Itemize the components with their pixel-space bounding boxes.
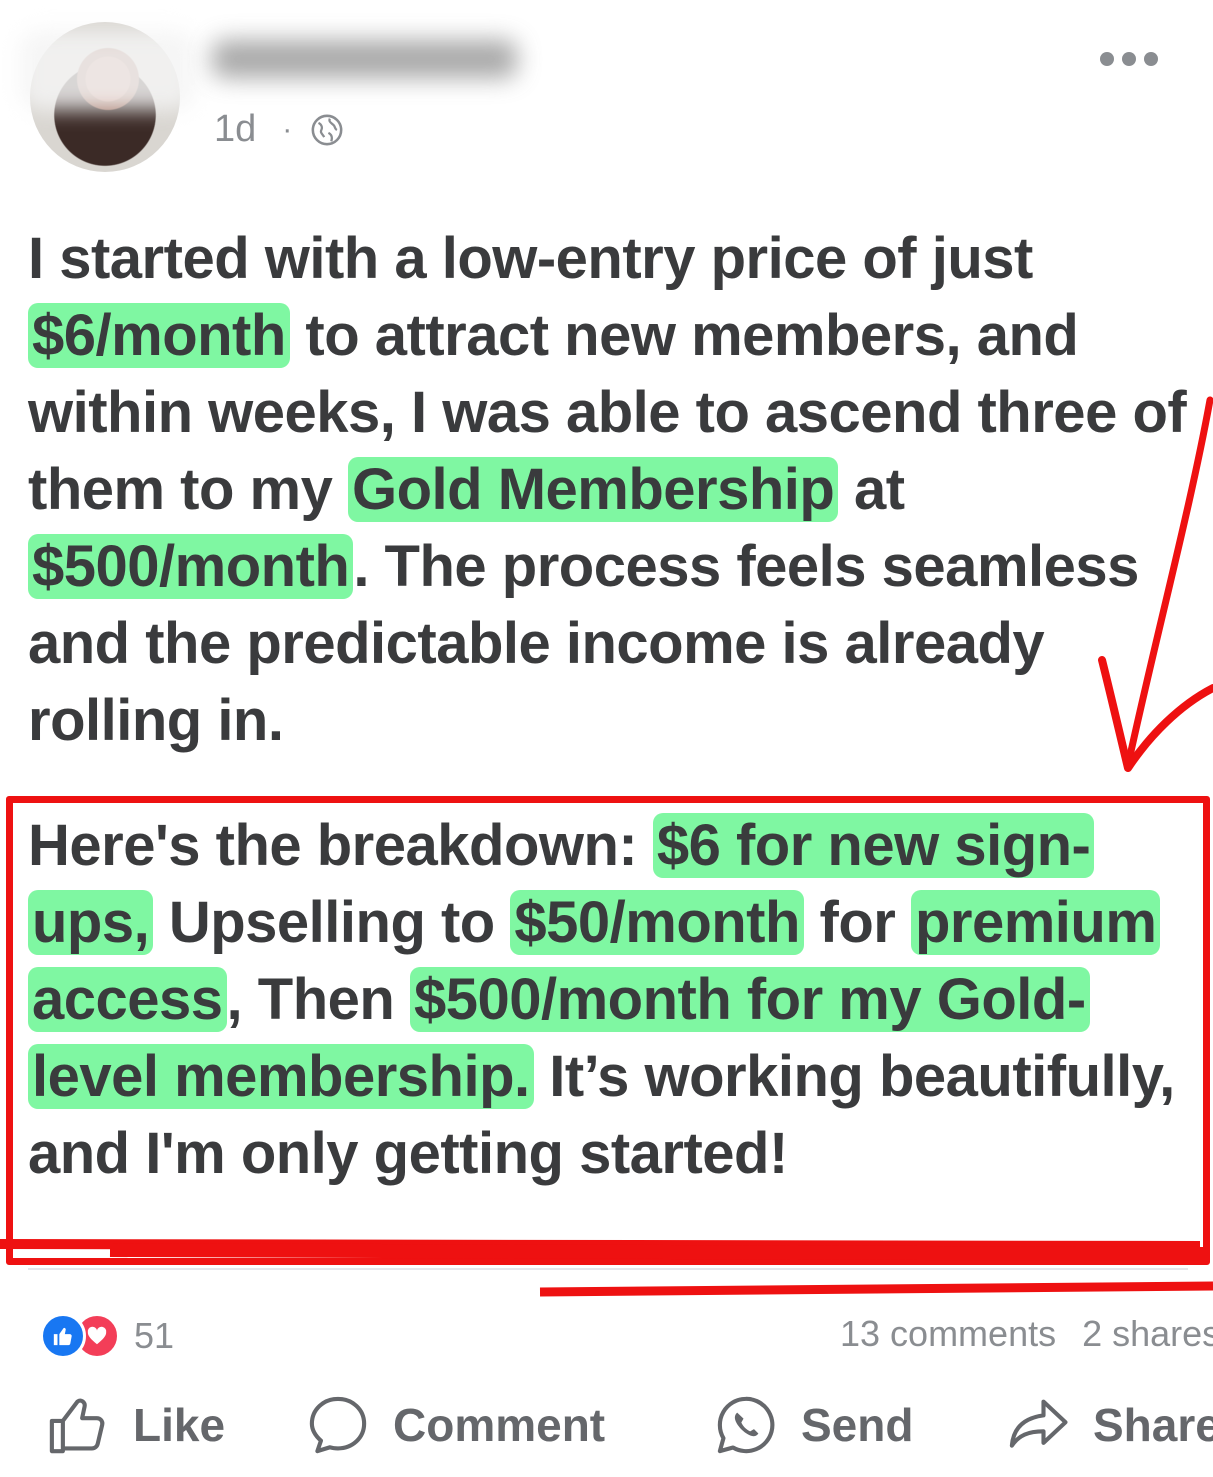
more-dot-icon <box>1100 52 1114 66</box>
more-dot-icon <box>1144 52 1158 66</box>
reaction-count: 51 <box>134 1315 175 1356</box>
post-time[interactable]: 1d <box>214 108 256 151</box>
reactions-summary[interactable]: 51 <box>40 1313 174 1359</box>
whatsapp-icon <box>717 1396 775 1454</box>
post-divider <box>28 1268 1188 1270</box>
highlighted-text: $50/month <box>510 890 804 955</box>
post-text-segment: Upselling to <box>153 890 511 955</box>
highlighted-text: Gold Membership <box>348 457 839 522</box>
share-label: Share <box>1093 1399 1213 1451</box>
share-button[interactable]: Share <box>1005 1380 1213 1470</box>
more-dot-icon <box>1122 52 1136 66</box>
post-text-segment: at <box>838 457 905 522</box>
post-meta: 1d · <box>214 108 344 151</box>
comment-label: Comment <box>393 1399 606 1451</box>
thumbs-up-icon <box>49 1398 105 1454</box>
comments-count[interactable]: 13 comments <box>840 1313 1056 1354</box>
more-options-button[interactable] <box>1100 52 1158 66</box>
send-button[interactable]: Send <box>713 1380 913 1470</box>
post-body: I started with a low-entry price of just… <box>28 220 1188 1192</box>
post-text-segment: Here's the breakdown: <box>28 813 653 878</box>
comment-button[interactable]: Comment <box>305 1380 605 1470</box>
post-text-segment: for <box>803 890 911 955</box>
like-button[interactable]: Like <box>45 1380 225 1470</box>
send-label: Send <box>801 1399 914 1451</box>
like-label: Like <box>133 1399 226 1451</box>
share-arrow-icon <box>1009 1399 1068 1448</box>
post-text-segment: , Then <box>226 967 410 1032</box>
avatar-blur-overlay <box>20 30 195 110</box>
post-paragraph-1: I started with a low-entry price of just… <box>28 220 1188 759</box>
engagement-stats: 13 comments 2 shares <box>840 1313 1213 1355</box>
meta-separator: · <box>282 112 293 146</box>
annotation-underline <box>0 1239 1213 1297</box>
highlighted-text: $500/month <box>28 534 354 599</box>
author-name[interactable] <box>212 40 517 78</box>
action-bar: Like Comment Send Share <box>0 1380 1213 1470</box>
post-paragraph-2: Here's the breakdown: $6 for new sign-up… <box>28 807 1188 1192</box>
globe-icon <box>311 114 343 145</box>
shares-count[interactable]: 2 shares <box>1082 1313 1213 1354</box>
like-icon <box>40 1313 86 1359</box>
comment-icon <box>309 1396 367 1454</box>
highlighted-text: $6/month <box>28 303 290 368</box>
post-text-segment: I started with a low-entry price of just <box>28 226 1033 291</box>
